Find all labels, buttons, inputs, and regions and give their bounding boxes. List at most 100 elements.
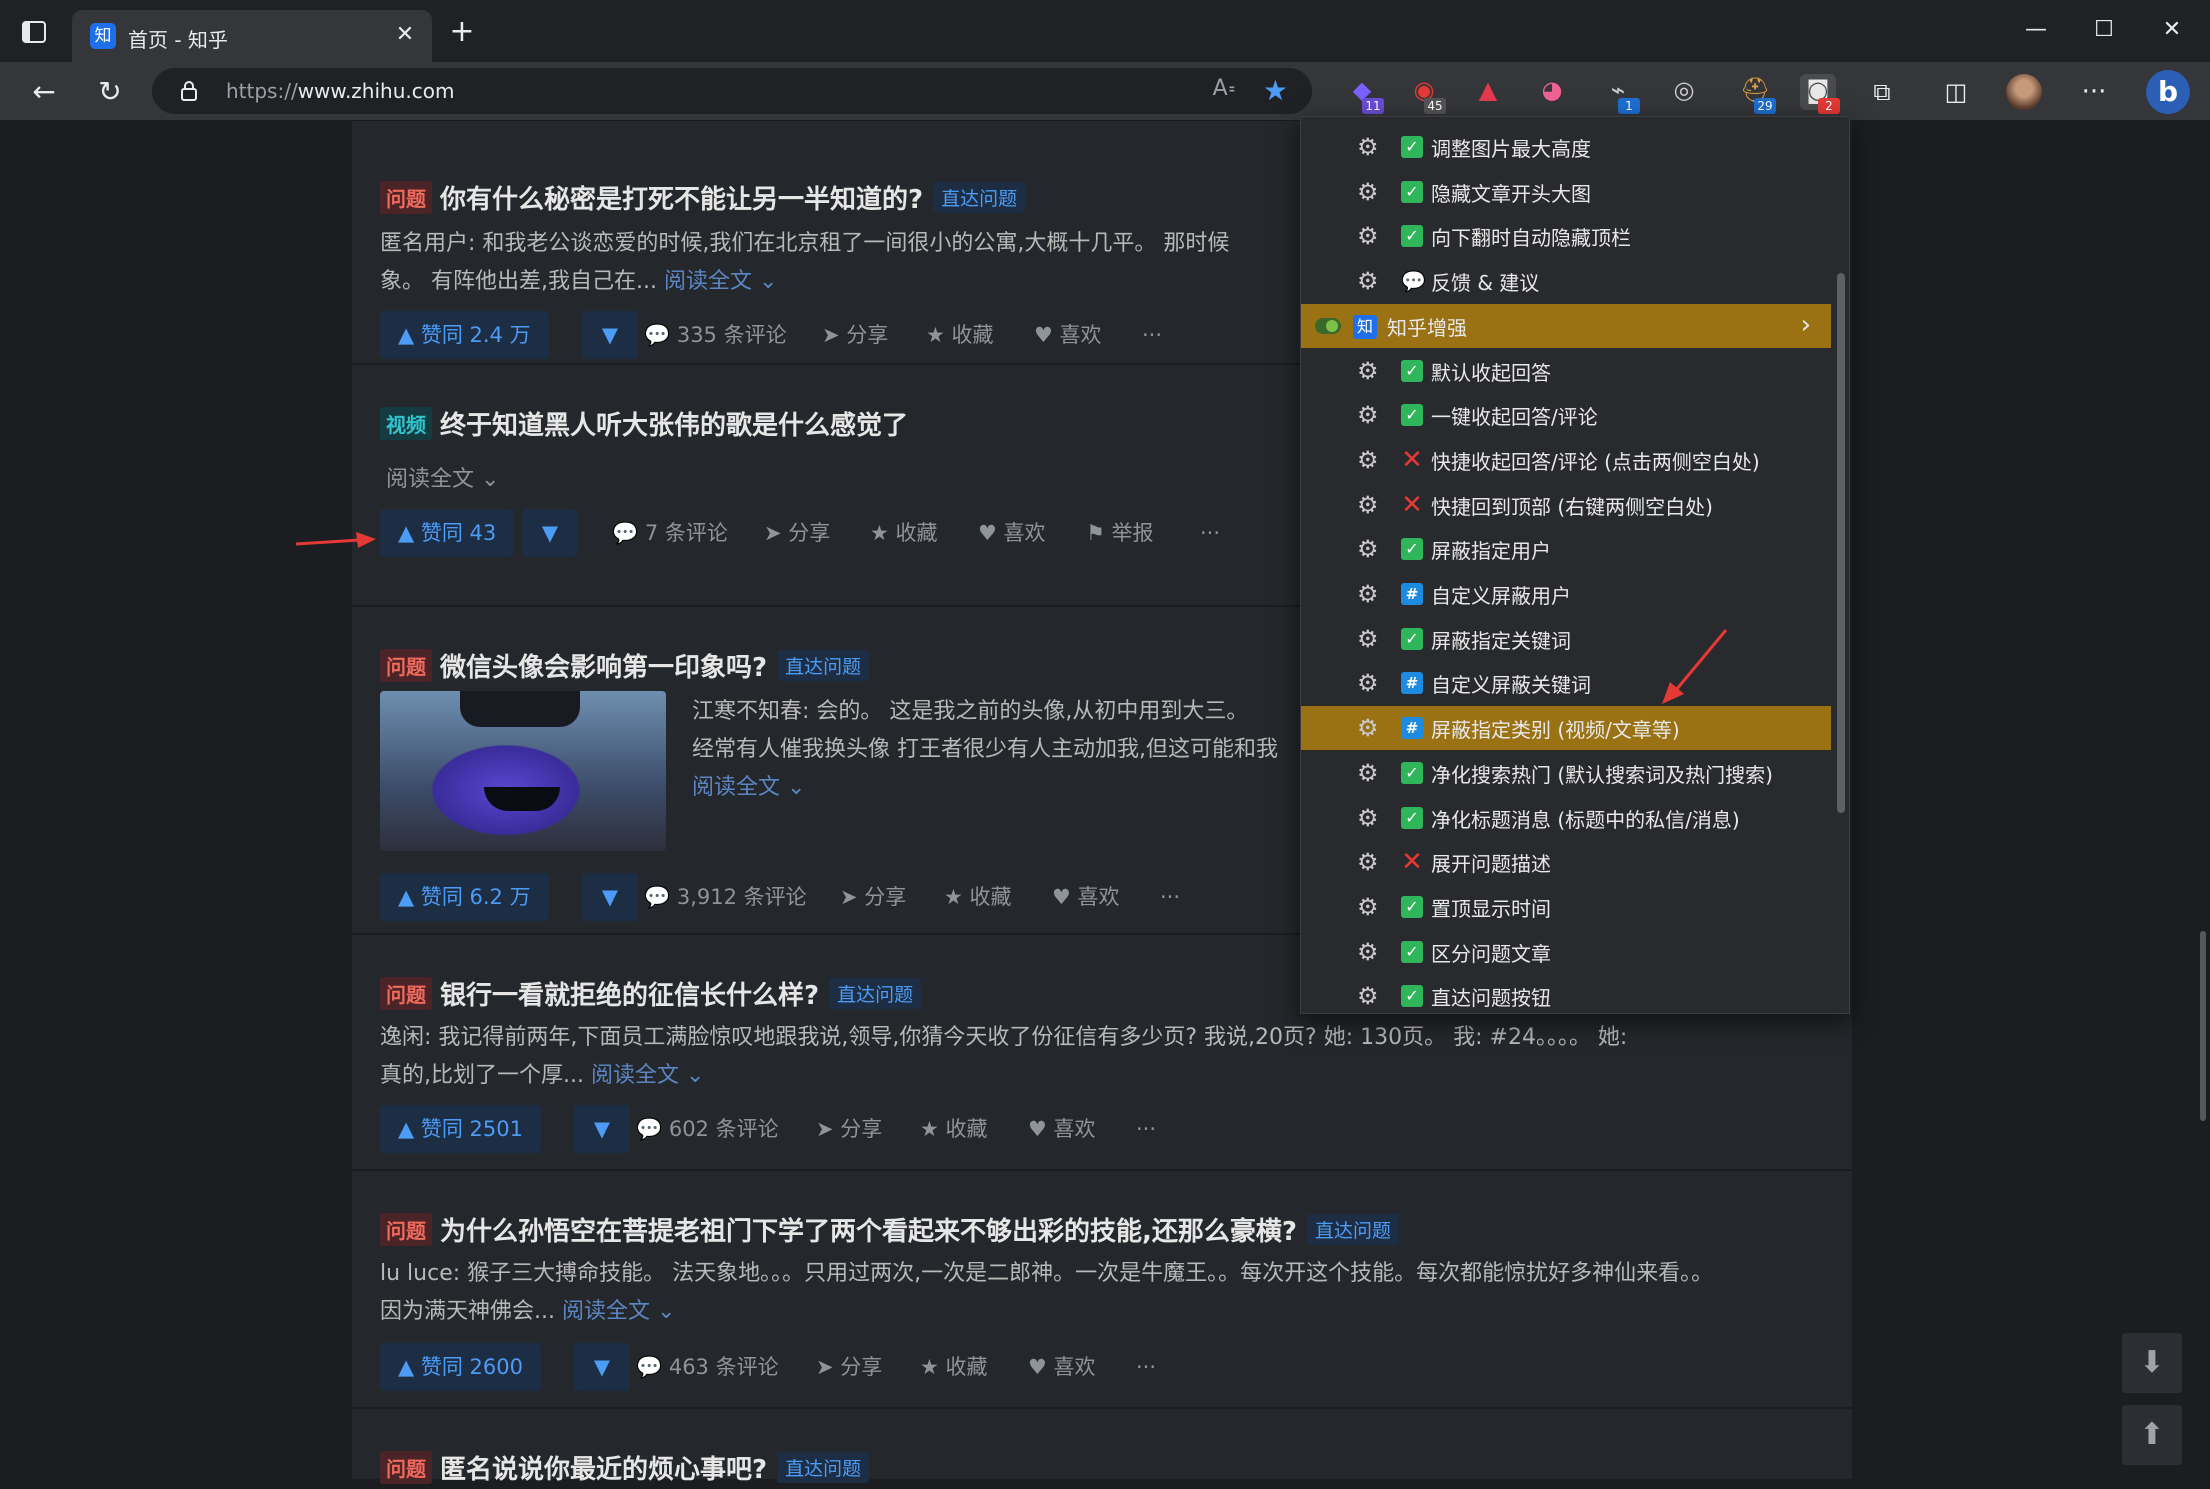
page-scrollbar[interactable]	[2200, 931, 2206, 1121]
like-button[interactable]: ♥ 喜欢	[978, 509, 1046, 557]
card-title[interactable]: 问题 为什么孙悟空在菩提老祖门下学了两个看起来不够出彩的技能,还那么豪横? 直达问题	[380, 1211, 1399, 1248]
more-actions-icon[interactable]: ···	[1160, 873, 1180, 921]
comments-button[interactable]: 💬 3,912 条评论	[644, 873, 807, 921]
upvote-button[interactable]: ▲ 赞同 2501	[380, 1105, 541, 1153]
downvote-button[interactable]: ▼	[522, 509, 578, 557]
gear-icon[interactable]: ⚙	[1357, 849, 1383, 875]
ext-adblock-icon[interactable]: ◉ 45	[1406, 74, 1446, 114]
bing-copilot-icon[interactable]: b	[2146, 70, 2190, 114]
comments-button[interactable]: 💬 602 条评论	[636, 1105, 779, 1153]
favorite-star-icon[interactable]: ★	[1263, 74, 1288, 107]
card-title-text[interactable]: 微信头像会影响第一印象吗?	[440, 653, 767, 683]
menu-item[interactable]: ⚙ 💬 反馈 & 建议	[1301, 259, 1831, 303]
ext-active-icon[interactable]: ◙ 2	[1800, 74, 1840, 114]
card-excerpt[interactable]: lu luce: 猴子三大搏命技能。 法天象地。。。只用过两次,一次是二郎神。一…	[380, 1255, 1830, 1331]
comments-button[interactable]: 💬 7 条评论	[612, 509, 728, 557]
menu-item[interactable]: ⚙ ✓ 区分问题文章	[1301, 930, 1831, 974]
collect-button[interactable]: ★ 收藏	[944, 873, 1012, 921]
tab-zhihu[interactable]: 知 首页 - 知乎 ✕	[72, 10, 432, 62]
share-button[interactable]: ➤ 分享	[764, 509, 830, 557]
gear-icon[interactable]: ⚙	[1357, 223, 1383, 249]
card-title[interactable]: 问题 匿名说说你最近的烦心事吧? 直达问题	[380, 1449, 870, 1486]
more-menu-icon[interactable]: ···	[2074, 72, 2114, 112]
more-actions-icon[interactable]: ···	[1200, 509, 1220, 557]
direct-question-button[interactable]: 直达问题	[933, 182, 1026, 213]
card-excerpt[interactable]: 逸闲: 我记得前两年,下面员工满脸惊叹地跟我说,领导,你猜今天收了份征信有多少页…	[380, 1019, 1830, 1095]
back-icon[interactable]: ←	[24, 72, 64, 112]
menu-item[interactable]: ⚙ ✕ 展开问题描述	[1301, 840, 1831, 884]
menu-submenu-zhihu-enhance[interactable]: 知知乎增强 ›	[1301, 303, 1831, 348]
menu-item[interactable]: ⚙ ✕ 快捷回到顶部 (右键两侧空白处)	[1301, 483, 1831, 527]
close-window-icon[interactable]: ✕	[2150, 10, 2194, 50]
gear-icon[interactable]: ⚙	[1357, 536, 1383, 562]
downvote-button[interactable]: ▼	[582, 873, 638, 921]
gear-icon[interactable]: ⚙	[1357, 358, 1383, 384]
ext-cat-icon[interactable]: ◕	[1534, 74, 1570, 110]
menu-item[interactable]: ⚙ ✓ 默认收起回答	[1301, 349, 1831, 393]
direct-question-button[interactable]: 直达问题	[777, 1452, 870, 1483]
card-title-text[interactable]: 匿名说说你最近的烦心事吧?	[440, 1455, 767, 1485]
read-more-link[interactable]: 阅读全文 ⌄	[386, 467, 499, 492]
like-button[interactable]: ♥ 喜欢	[1028, 1343, 1096, 1391]
card-title-text[interactable]: 终于知道黑人听大张伟的歌是什么感觉了	[440, 411, 908, 441]
collect-button[interactable]: ★ 收藏	[870, 509, 938, 557]
read-more-link[interactable]: 阅读全文 ⌄	[664, 269, 777, 294]
card-title-text[interactable]: 银行一看就拒绝的征信长什么样?	[440, 981, 819, 1011]
gear-icon[interactable]: ⚙	[1357, 447, 1383, 473]
profile-avatar[interactable]	[2006, 74, 2042, 110]
menu-item[interactable]: ⚙ # 屏蔽指定类别 (视频/文章等)	[1301, 706, 1831, 751]
comments-button[interactable]: 💬 335 条评论	[644, 311, 787, 359]
gear-icon[interactable]: ⚙	[1357, 626, 1383, 652]
card-title[interactable]: 问题 你有什么秘密是打死不能让另一半知道的? 直达问题	[380, 179, 1026, 216]
card-title-text[interactable]: 为什么孙悟空在菩提老祖门下学了两个看起来不够出彩的技能,还那么豪横?	[440, 1217, 1297, 1247]
upvote-button[interactable]: ▲ 赞同 6.2 万	[380, 873, 549, 921]
menu-item[interactable]: ⚙ ✓ 一键收起回答/评论	[1301, 393, 1831, 437]
refresh-icon[interactable]: ↻	[90, 72, 130, 112]
card-excerpt[interactable]: 江寒不知春: 会的。 这是我之前的头像,从初中用到大三。 经常有人催我换头像 打…	[692, 693, 1312, 807]
direct-question-button[interactable]: 直达问题	[829, 978, 922, 1009]
scroll-down-icon[interactable]: ⬇	[2122, 1333, 2182, 1393]
card-excerpt[interactable]: 匿名用户: 和我老公谈恋爱的时候,我们在北京租了一间很小的公寓,大概十几平。 那…	[380, 225, 1330, 301]
gear-icon[interactable]: ⚙	[1357, 179, 1383, 205]
collect-button[interactable]: ★ 收藏	[920, 1343, 988, 1391]
read-more-link[interactable]: 阅读全文 ⌄	[591, 1063, 704, 1088]
ext-red-a-icon[interactable]: ▲	[1470, 74, 1506, 110]
extensions-puzzle-icon[interactable]: ⧉	[1862, 72, 1902, 112]
read-more-link[interactable]: 阅读全文 ⌄	[692, 775, 805, 800]
gear-icon[interactable]: ⚙	[1357, 805, 1383, 831]
minimize-icon[interactable]: —	[2014, 10, 2058, 50]
address-bar[interactable]: https://www.zhihu.com A꞊ ★	[152, 68, 1312, 114]
menu-scrollbar[interactable]	[1837, 273, 1845, 813]
comments-button[interactable]: 💬 463 条评论	[636, 1343, 779, 1391]
card-title[interactable]: 问题 银行一看就拒绝的征信长什么样? 直达问题	[380, 975, 922, 1012]
menu-item[interactable]: ⚙ ✓ 净化标题消息 (标题中的私信/消息)	[1301, 796, 1831, 840]
gear-icon[interactable]: ⚙	[1357, 268, 1383, 294]
tab-close-icon[interactable]: ✕	[390, 20, 420, 50]
ext-dev-icon[interactable]: ⌁ 1	[1600, 74, 1640, 114]
collect-button[interactable]: ★ 收藏	[926, 311, 994, 359]
like-button[interactable]: ♥ 喜欢	[1034, 311, 1102, 359]
new-tab-icon[interactable]: +	[444, 14, 480, 50]
gear-icon[interactable]: ⚙	[1357, 939, 1383, 965]
direct-question-button[interactable]: 直达问题	[777, 650, 870, 681]
read-more-link[interactable]: 阅读全文 ⌄	[562, 1299, 675, 1324]
ext-purple-icon[interactable]: ◆ 11	[1344, 74, 1384, 114]
downvote-button[interactable]: ▼	[582, 311, 638, 359]
menu-item[interactable]: ⚙ ✓ 净化搜索热门 (默认搜索词及热门搜索)	[1301, 751, 1831, 795]
menu-item[interactable]: ⚙ ✓ 向下翻时自动隐藏顶栏	[1301, 214, 1831, 258]
lock-icon[interactable]	[178, 80, 200, 102]
ext-tampermonkey-icon[interactable]: ⛑ 29	[1736, 74, 1776, 114]
gear-icon[interactable]: ⚙	[1357, 715, 1383, 741]
url-text[interactable]: https://www.zhihu.com	[226, 79, 454, 103]
share-button[interactable]: ➤ 分享	[816, 1105, 882, 1153]
gear-icon[interactable]: ⚙	[1357, 402, 1383, 428]
split-screen-icon[interactable]: ◫	[1936, 72, 1976, 112]
upvote-button[interactable]: ▲ 赞同 2.4 万	[380, 311, 549, 359]
share-button[interactable]: ➤ 分享	[822, 311, 888, 359]
upvote-button[interactable]: ▲ 赞同 2600	[380, 1343, 541, 1391]
like-button[interactable]: ♥ 喜欢	[1052, 873, 1120, 921]
answer-thumbnail[interactable]	[380, 691, 666, 851]
share-button[interactable]: ➤ 分享	[840, 873, 906, 921]
gear-icon[interactable]: ⚙	[1357, 492, 1383, 518]
gear-icon[interactable]: ⚙	[1357, 894, 1383, 920]
